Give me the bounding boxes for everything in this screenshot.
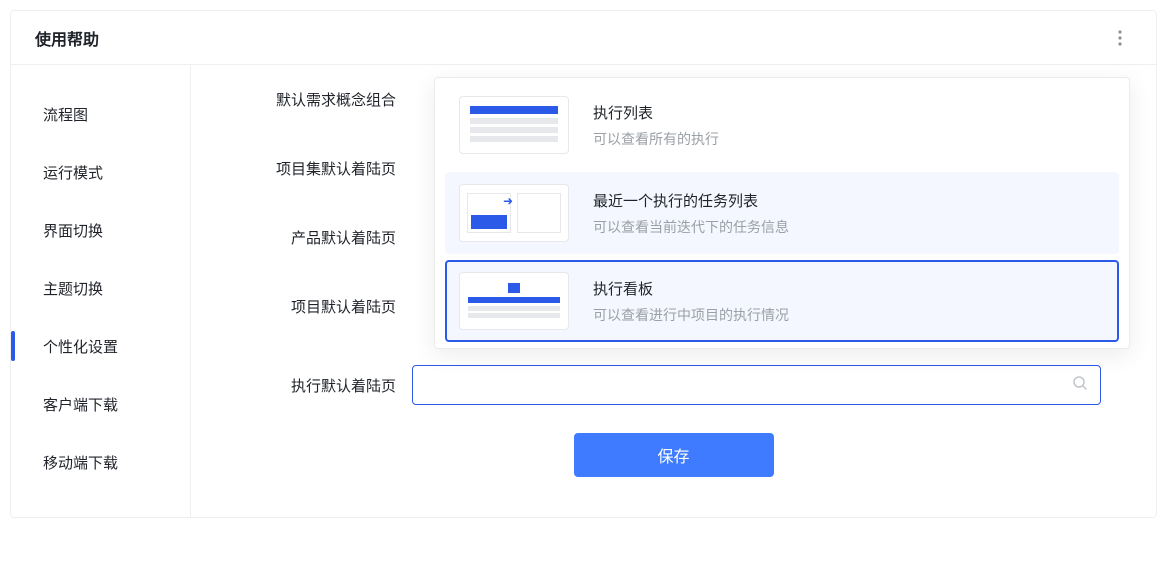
option-desc: 可以查看所有的执行	[593, 129, 719, 149]
option-execution-board[interactable]: 执行看板 可以查看进行中项目的执行情况	[445, 260, 1119, 342]
nav-item-flowchart[interactable]: 流程图	[11, 85, 190, 143]
nav-item-preferences[interactable]: 个性化设置	[11, 317, 190, 375]
row-control	[412, 365, 1120, 405]
nav-item-theme-switch[interactable]: 主题切换	[11, 259, 190, 317]
nav-item-ui-switch[interactable]: 界面切换	[11, 201, 190, 259]
option-title: 最近一个执行的任务列表	[593, 190, 789, 211]
nav-item-run-mode[interactable]: 运行模式	[11, 143, 190, 201]
row-label: 产品默认着陆页	[227, 227, 412, 248]
option-thumb-board-icon	[459, 272, 569, 330]
option-desc: 可以查看当前迭代下的任务信息	[593, 217, 789, 237]
landing-page-dropdown: 执行列表 可以查看所有的执行 ➜ 最近一个执行的任务列表 可以查看当前迭代下的任…	[434, 77, 1130, 349]
more-button[interactable]	[1108, 26, 1132, 50]
row-label: 默认需求概念组合	[227, 89, 412, 110]
ellipsis-vertical-icon	[1118, 30, 1122, 46]
option-title: 执行看板	[593, 278, 789, 299]
option-desc: 可以查看进行中项目的执行情况	[593, 305, 789, 325]
landing-page-search-input[interactable]	[425, 377, 1072, 393]
row-label: 项目默认着陆页	[227, 296, 412, 317]
row-label: 项目集默认着陆页	[227, 158, 412, 179]
nav-item-desktop-download[interactable]: 客户端下载	[11, 375, 190, 433]
panel-header: 使用帮助	[11, 11, 1156, 65]
settings-panel: 使用帮助 流程图 运行模式 界面切换 主题切换 个性化设置 客户端下载 移动端下…	[10, 10, 1157, 518]
save-button[interactable]: 保存	[574, 433, 774, 477]
option-title: 执行列表	[593, 102, 719, 123]
option-thumb-list-icon	[459, 96, 569, 154]
side-nav: 流程图 运行模式 界面切换 主题切换 个性化设置 客户端下载 移动端下载	[11, 65, 191, 517]
row-label: 执行默认着陆页	[227, 375, 412, 396]
panel-title: 使用帮助	[35, 26, 99, 50]
row-execution-landing: 执行默认着陆页	[227, 365, 1120, 405]
option-recent-tasks[interactable]: ➜ 最近一个执行的任务列表 可以查看当前迭代下的任务信息	[445, 172, 1119, 254]
form-actions: 保存	[227, 433, 1120, 477]
option-thumb-task-icon: ➜	[459, 184, 569, 242]
option-execution-list[interactable]: 执行列表 可以查看所有的执行	[445, 84, 1119, 166]
search-icon	[1072, 375, 1088, 396]
landing-page-select[interactable]	[412, 365, 1101, 405]
nav-item-mobile-download[interactable]: 移动端下载	[11, 433, 190, 491]
